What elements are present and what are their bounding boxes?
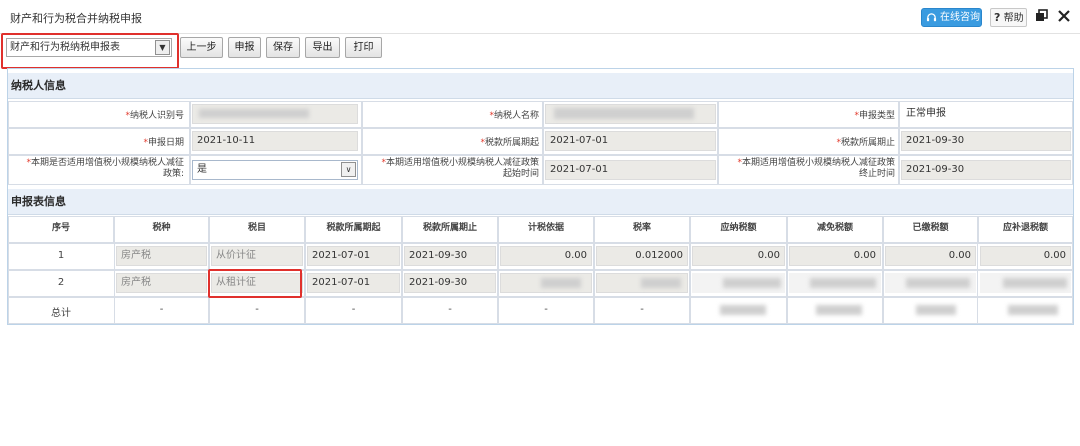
print-button[interactable]: 打印 bbox=[345, 37, 382, 58]
col-header-item: 税目 bbox=[247, 223, 266, 233]
row1-item: 从价计征 bbox=[211, 246, 303, 266]
taxpayer-name-field bbox=[545, 104, 716, 124]
total-dash: - bbox=[351, 304, 356, 315]
row2-start: 2021-07-01 bbox=[307, 273, 400, 293]
online-consult-button[interactable]: 在线咨询 bbox=[921, 8, 982, 27]
row1-paid: 0.00 bbox=[885, 246, 976, 266]
row2-tax-type: 房产税 bbox=[116, 273, 207, 293]
row1-tax-type: 房产税 bbox=[116, 246, 207, 266]
highlight-frame-item bbox=[208, 269, 302, 298]
highlight-frame-select bbox=[1, 33, 179, 69]
row2-relief bbox=[789, 273, 881, 293]
col-header-refund: 应补退税额 bbox=[1002, 223, 1048, 233]
main-panel: 纳税人信息 *纳税人识别号 *纳税人名称 *申报类型 正常申报 *申报日期 20… bbox=[7, 68, 1074, 325]
taxpayer-id-label: *纳税人识别号 bbox=[125, 111, 184, 121]
row1-start: 2021-07-01 bbox=[307, 246, 400, 266]
col-header-paid: 已缴税额 bbox=[912, 223, 949, 233]
period-start-label: *税款所属期起 bbox=[480, 138, 539, 148]
close-icon[interactable] bbox=[1057, 9, 1071, 23]
row1-end: 2021-09-30 bbox=[404, 246, 496, 266]
help-button[interactable]: ? 帮助 bbox=[990, 8, 1027, 27]
restore-window-icon[interactable] bbox=[1035, 9, 1049, 23]
period-end-field: 2021-09-30 bbox=[901, 131, 1071, 151]
col-header-seq: 序号 bbox=[51, 223, 70, 233]
declaration-section-title: 申报表信息 bbox=[8, 189, 1073, 215]
row2-paid bbox=[885, 273, 976, 293]
total-payable bbox=[720, 305, 766, 315]
row1-basis: 0.00 bbox=[500, 246, 592, 266]
total-paid bbox=[916, 305, 956, 315]
row1-refund: 0.00 bbox=[980, 246, 1071, 266]
col-header-start: 税款所属期起 bbox=[326, 223, 381, 233]
total-dash: - bbox=[640, 304, 644, 315]
save-button[interactable]: 保存 bbox=[266, 37, 300, 58]
row1-rate: 0.012000 bbox=[596, 246, 688, 266]
taxpayer-id-field bbox=[192, 104, 358, 124]
declare-type-value: 正常申报 bbox=[901, 104, 1071, 124]
small-scale-select-value: 是 bbox=[197, 164, 207, 175]
total-refund bbox=[1008, 305, 1058, 315]
row2-seq: 2 bbox=[57, 277, 65, 288]
prev-step-button[interactable]: 上一步 bbox=[180, 37, 223, 58]
declare-button[interactable]: 申报 bbox=[228, 37, 261, 58]
col-header-rate: 税率 bbox=[632, 223, 651, 233]
col-header-payable: 应纳税额 bbox=[720, 223, 757, 233]
row2-payable bbox=[692, 273, 785, 293]
row2-basis bbox=[500, 273, 592, 293]
headset-icon bbox=[926, 13, 937, 22]
col-header-tax-type: 税种 bbox=[152, 223, 171, 233]
total-dash: - bbox=[255, 304, 259, 315]
declare-type-label: *申报类型 bbox=[854, 111, 895, 121]
policy-end-label: *本期适用增值税小规模纳税人减征政策 终止时间 bbox=[737, 158, 895, 179]
small-scale-select[interactable]: 是 ∨ bbox=[192, 160, 358, 180]
period-end-label: *税款所属期止 bbox=[836, 138, 895, 148]
row1-relief: 0.00 bbox=[789, 246, 881, 266]
row1-seq: 1 bbox=[57, 250, 65, 261]
policy-start-label: *本期适用增值税小规模纳税人减征政策 起始时间 bbox=[381, 158, 539, 179]
title-bar: 财产和行为税合并纳税申报 在线咨询 ? 帮助 bbox=[0, 0, 1080, 34]
row2-refund bbox=[980, 273, 1071, 293]
window-title: 财产和行为税合并纳税申报 bbox=[10, 12, 142, 25]
total-label: 总计 bbox=[51, 308, 71, 319]
row2-end: 2021-09-30 bbox=[404, 273, 496, 293]
declare-date-label: *申报日期 bbox=[143, 138, 184, 148]
chevron-down-icon[interactable]: ∨ bbox=[341, 162, 356, 177]
declare-date-field: 2021-10-11 bbox=[192, 131, 358, 151]
policy-end-field: 2021-09-30 bbox=[901, 160, 1071, 180]
total-dash: - bbox=[544, 304, 548, 315]
row2-rate bbox=[596, 273, 688, 293]
online-consult-label: 在线咨询 bbox=[940, 12, 980, 23]
period-start-field: 2021-07-01 bbox=[545, 131, 716, 151]
total-dash: - bbox=[159, 304, 164, 315]
small-scale-label: *本期是否适用增值税小规模纳税人减征 政策: bbox=[26, 158, 184, 179]
col-header-relief: 减免税额 bbox=[816, 223, 853, 233]
total-relief bbox=[816, 305, 862, 315]
total-dash: - bbox=[448, 304, 452, 315]
row1-payable: 0.00 bbox=[692, 246, 785, 266]
taxpayer-name-label: *纳税人名称 bbox=[489, 111, 539, 121]
question-icon: ? bbox=[994, 11, 1001, 24]
help-label: 帮助 bbox=[1003, 13, 1024, 24]
col-header-end: 税款所属期止 bbox=[422, 223, 477, 233]
policy-start-field: 2021-07-01 bbox=[545, 160, 716, 180]
export-button[interactable]: 导出 bbox=[305, 37, 340, 58]
col-header-basis: 计税依据 bbox=[527, 223, 564, 233]
taxpayer-section-title: 纳税人信息 bbox=[8, 73, 1073, 99]
